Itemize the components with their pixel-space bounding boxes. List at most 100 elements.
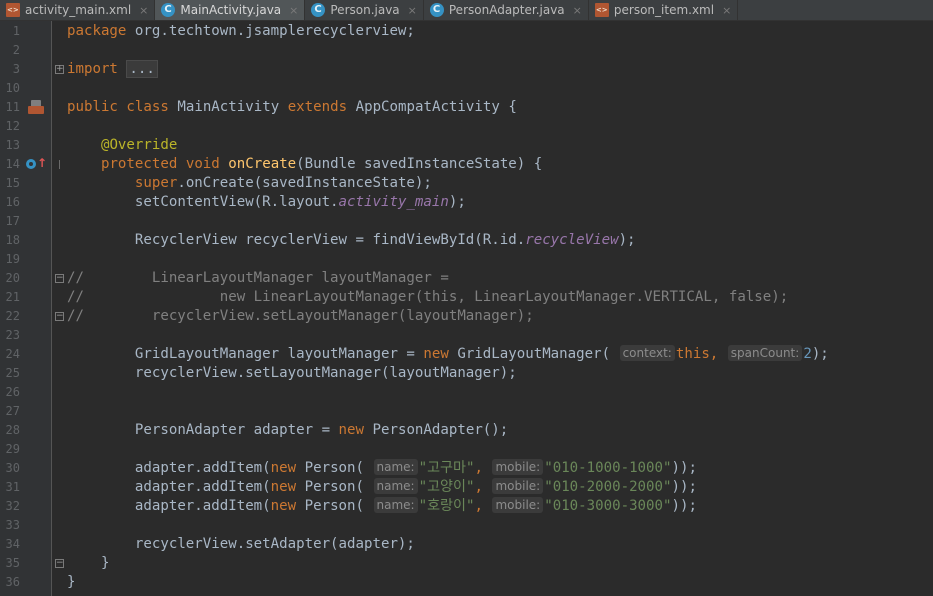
code-fragment: RecyclerView recyclerView = findViewById… — [134, 232, 526, 248]
code-text[interactable]: public class MainActivity extends AppCom… — [67, 98, 517, 117]
parameter-hint: mobile: — [492, 459, 544, 475]
code-line: 27 — [0, 402, 933, 421]
line-number: 33 — [5, 518, 20, 532]
code-text[interactable]: import ... — [67, 60, 158, 79]
comma: , — [474, 460, 483, 476]
line-number: 23 — [5, 328, 20, 342]
line-number: 21 — [5, 290, 20, 304]
parameter-hint: name: — [373, 478, 418, 494]
code-line: 30 adapter.addItem(new Person( name: "고구마… — [0, 459, 933, 478]
code-line: 15 super.onCreate(savedInstanceState); — [0, 174, 933, 193]
comma: , — [474, 479, 483, 495]
code-text[interactable]: recyclerView.setAdapter(adapter); — [67, 535, 415, 554]
close-icon[interactable]: × — [139, 4, 148, 17]
code-text[interactable]: adapter.addItem(new Person( name: "호랑이", … — [67, 497, 697, 516]
fold-collapse-icon[interactable]: − — [55, 274, 64, 283]
package-name: org.techtown.jsamplerecyclerview; — [126, 23, 415, 39]
line-number: 17 — [5, 214, 20, 228]
annotation: @Override — [100, 137, 178, 153]
close-icon[interactable]: × — [573, 4, 582, 17]
close-icon[interactable]: × — [289, 4, 298, 17]
code-text[interactable]: protected void onCreate(Bundle savedInst… — [67, 155, 542, 174]
tab-person-java[interactable]: Person.java × — [305, 0, 424, 20]
parameter-hint: context: — [619, 345, 675, 361]
comment[interactable]: // new LinearLayoutManager(this, LinearL… — [67, 288, 788, 307]
code-text[interactable]: PersonAdapter adapter = new PersonAdapte… — [67, 421, 508, 440]
fold-collapse-icon[interactable]: − — [55, 312, 64, 321]
code-line: 29 — [0, 440, 933, 459]
code-text[interactable]: adapter.addItem(new Person( name: "고양이", … — [67, 478, 697, 497]
comma: , — [474, 498, 483, 514]
line-number: 2 — [12, 43, 20, 57]
line-number: 34 — [5, 537, 20, 551]
code-line: 10 — [0, 79, 933, 98]
code-text[interactable]: setContentView(R.layout.activity_main); — [67, 193, 466, 212]
code-editor[interactable]: 1 package org.techtown.jsamplerecyclervi… — [0, 21, 933, 596]
line-number: 27 — [5, 404, 20, 418]
tab-person-adapter-java[interactable]: PersonAdapter.java × — [424, 0, 589, 20]
keyword: void — [185, 156, 220, 172]
line-number: 20 — [5, 271, 20, 285]
keyword: protected — [100, 156, 178, 172]
code-fragment: )); — [671, 479, 697, 495]
tab-person-item-xml[interactable]: person_item.xml × — [589, 0, 739, 20]
code-fragment: adapter.addItem( — [134, 460, 271, 476]
code-text[interactable]: GridLayoutManager layoutManager = new Gr… — [67, 345, 829, 364]
line-number: 35 — [5, 556, 20, 570]
line-number: 31 — [5, 480, 20, 494]
parameter-hint: name: — [373, 497, 418, 513]
code-text[interactable]: adapter.addItem(new Person( name: "고구마", … — [67, 459, 697, 478]
fold-marker[interactable] — [55, 160, 64, 169]
code-line: 21 // new LinearLayoutManager(this, Line… — [0, 288, 933, 307]
keyword: extends — [287, 99, 348, 115]
number-literal: 2 — [803, 346, 812, 362]
code-text[interactable]: @Override — [67, 136, 177, 155]
code-line: 26 — [0, 383, 933, 402]
keyword: new — [270, 498, 297, 514]
tab-main-activity-java[interactable]: MainActivity.java × — [155, 0, 306, 20]
code-fragment: ); — [618, 232, 636, 248]
line-number: 15 — [5, 176, 20, 190]
code-line: 13 @Override — [0, 136, 933, 155]
folded-imports[interactable]: ... — [126, 60, 158, 78]
xml-file-icon — [6, 3, 20, 17]
line-number: 29 — [5, 442, 20, 456]
close-icon[interactable]: × — [722, 4, 731, 17]
tab-activity-main-xml[interactable]: activity_main.xml × — [0, 0, 156, 20]
related-layout-icon[interactable] — [28, 100, 44, 114]
code-fragment: PersonAdapter adapter = — [134, 422, 339, 438]
code-text[interactable]: package org.techtown.jsamplerecyclerview… — [67, 22, 415, 41]
static-field: activity_main — [338, 194, 449, 210]
line-number: 25 — [5, 366, 20, 380]
code-text[interactable]: recyclerView.setLayoutManager(layoutMana… — [67, 364, 517, 383]
override-method-icon[interactable]: ↑ — [26, 156, 47, 172]
string-literal: "고양이" — [418, 479, 475, 495]
class-name: MainActivity — [177, 99, 280, 115]
close-icon[interactable]: × — [408, 4, 417, 17]
line-number: 3 — [12, 62, 20, 76]
code-line: 14 ↑ protected void onCreate(Bundle save… — [0, 155, 933, 174]
code-fragment: )); — [671, 498, 697, 514]
fold-collapse-icon[interactable]: − — [55, 559, 64, 568]
line-number: 10 — [5, 81, 20, 95]
keyword: public — [67, 99, 118, 115]
string-literal: "010-1000-1000" — [544, 460, 672, 476]
code-text[interactable]: RecyclerView recyclerView = findViewById… — [67, 231, 636, 250]
code-text[interactable]: } — [67, 573, 76, 592]
editor-tab-bar: activity_main.xml × MainActivity.java × … — [0, 0, 933, 21]
java-class-icon — [161, 3, 176, 17]
comment[interactable]: // recyclerView.setLayoutManager(layoutM… — [67, 307, 534, 326]
comment[interactable]: // LinearLayoutManager layoutManager = — [67, 269, 449, 288]
code-line: 32 adapter.addItem(new Person( name: "호랑이… — [0, 497, 933, 516]
code-text[interactable]: super.onCreate(savedInstanceState); — [67, 174, 432, 193]
code-line: 18 RecyclerView recyclerView = findViewB… — [0, 231, 933, 250]
string-literal: "고구마" — [418, 460, 475, 476]
fold-expand-icon[interactable]: + — [55, 65, 64, 74]
keyword: super — [134, 175, 178, 191]
code-text[interactable]: } — [67, 554, 110, 573]
code-fragment: GridLayoutManager layoutManager = — [134, 346, 424, 362]
xml-file-icon — [594, 3, 609, 17]
code-line: 17 — [0, 212, 933, 231]
keyword: new — [338, 422, 365, 438]
code-fragment: ); — [448, 194, 466, 210]
